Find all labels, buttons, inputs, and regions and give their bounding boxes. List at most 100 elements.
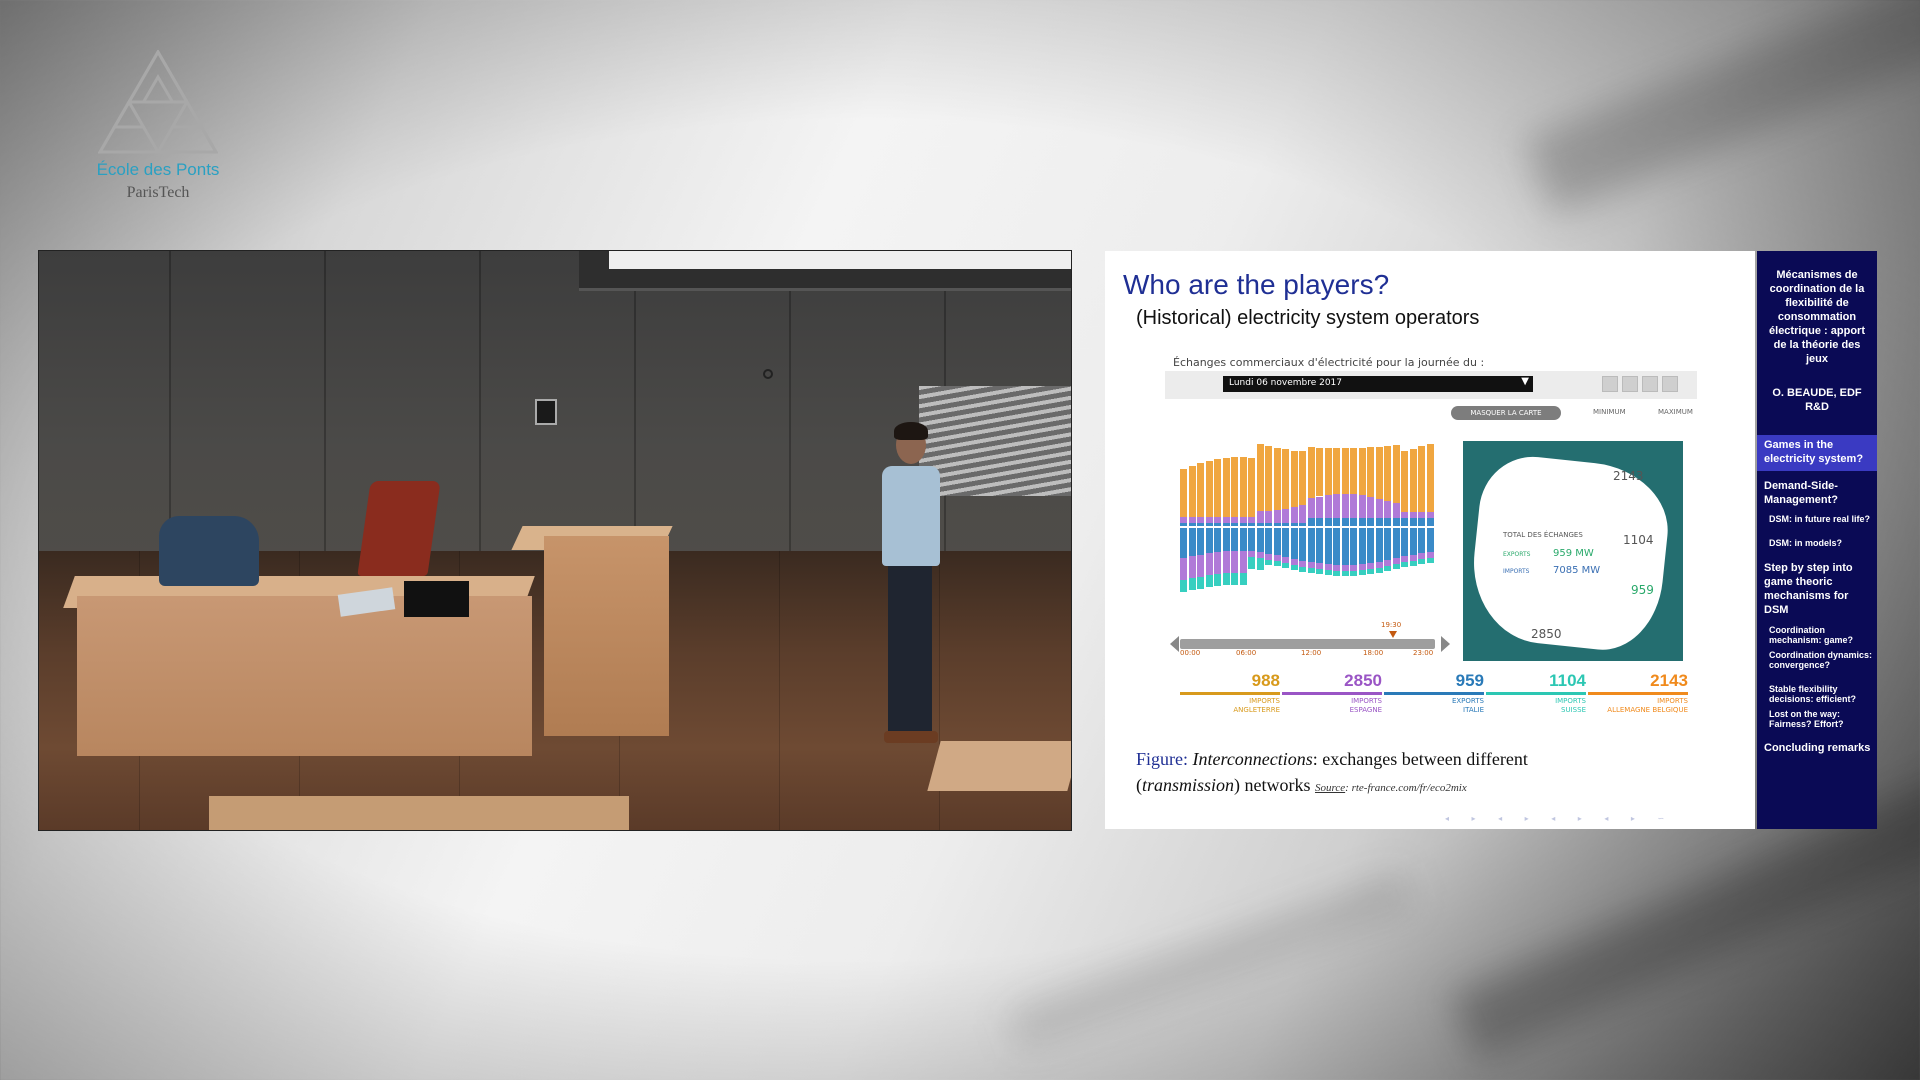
print-icon[interactable] (1662, 376, 1678, 392)
caption-source[interactable]: Source: rte-france.com/fr/eco2mix (1315, 782, 1467, 794)
timeline-tick: 00:00 (1180, 649, 1201, 657)
stat-type: IMPORTS (1657, 697, 1688, 705)
projection-screen (579, 251, 1071, 291)
chart-bar-segment (1316, 447, 1323, 497)
arrow-right-icon[interactable] (1441, 636, 1450, 652)
chart-bar-segment (1256, 443, 1264, 511)
hide-map-toggle[interactable]: MASQUER LA CARTE (1451, 406, 1561, 420)
timeline-cursor-label: 19:30 (1381, 621, 1402, 629)
stat-underline (1486, 692, 1586, 695)
chart-bar-segment (1256, 528, 1264, 553)
caption-text: : exchanges between different (1312, 749, 1528, 769)
sidebar-subsection[interactable]: DSM: in future real life? (1769, 514, 1874, 524)
sidebar-subsection[interactable]: DSM: in models? (1769, 538, 1874, 548)
rte-toolbar-icons (1602, 376, 1694, 394)
stat-country: ALLEMAGNE BELGIQUE (1607, 706, 1688, 714)
chart-bar-segment (1333, 518, 1340, 526)
beamer-navigation[interactable]: ◂ ▸ ◂ ▸ ◂ ▸ ◂ ▸ ∽ (1445, 814, 1725, 823)
stat-underline (1384, 692, 1484, 695)
chart-bar-segment (1265, 445, 1272, 511)
rte-exchange-chart (1180, 441, 1435, 616)
chart-bar-segment (1341, 528, 1349, 566)
chart-bar-segment (1333, 528, 1340, 566)
stat-underline (1282, 692, 1382, 695)
chart-bar-segment (1256, 510, 1264, 523)
sidebar-subsection[interactable]: Stable flexibility decisions: efficient? (1769, 684, 1874, 704)
timeline-cursor[interactable] (1389, 631, 1397, 638)
stat-value: 988 (1251, 671, 1280, 690)
arrow-left-icon[interactable] (1170, 636, 1179, 652)
chart-bar-segment (1375, 498, 1383, 518)
wall-clock (763, 369, 773, 379)
chart-bar-segment (1205, 460, 1213, 517)
sidebar-section-games[interactable]: Games in the electricity system? (1764, 438, 1874, 466)
rte-stats: 988 IMPORTS ANGLETERRE 2850 IMPORTS ESPA… (1180, 671, 1690, 721)
lecture-video[interactable] (38, 250, 1072, 831)
chart-bar-segment (1239, 550, 1247, 573)
chart-bar-segment (1290, 564, 1298, 570)
stat-type: EXPORTS (1451, 697, 1484, 705)
chart-bar-segment (1273, 447, 1281, 511)
stat-country: SUISSE (1561, 706, 1586, 714)
download-icon[interactable] (1642, 376, 1658, 392)
rte-option-maximum[interactable]: MAXIMUM (1658, 408, 1693, 416)
chart-bar-segment (1341, 571, 1349, 577)
sidebar-subsection[interactable]: Lost on the way: Fairness? Effort? (1769, 709, 1874, 729)
calendar-icon[interactable] (1602, 376, 1618, 392)
chart-bar-segment (1307, 447, 1315, 499)
chart-bar-segment (1282, 449, 1289, 509)
rte-date-select[interactable]: Lundi 06 novembre 2017 ▼ (1223, 376, 1533, 392)
stat-country: ANGLETERRE (1233, 706, 1280, 714)
chart-bar-segment (1375, 567, 1383, 573)
map-imports-value: 7085 MW (1553, 565, 1601, 576)
chart-bar-segment (1392, 528, 1400, 559)
caption-figure-label: Figure: (1136, 749, 1188, 769)
rte-header: Échanges commerciaux d'électricité pour … (1173, 356, 1485, 369)
rte-option-minimum[interactable]: MINIMUM (1593, 408, 1626, 416)
document-icon[interactable] (1622, 376, 1638, 392)
sidebar-section-dsm[interactable]: Demand-Side-Management? (1764, 479, 1874, 507)
chart-bar-segment (1188, 466, 1196, 517)
chart-bar-segment (1299, 566, 1306, 572)
chart-bar-segment (1367, 447, 1374, 497)
chart-bar-segment (1180, 528, 1187, 558)
presentation-slide: Who are the players? (Historical) electr… (1105, 251, 1755, 829)
chart-bar-segment (1375, 446, 1383, 499)
chart-bar-segment (1307, 568, 1315, 574)
chart-bar-segment (1358, 518, 1366, 526)
rte-timeline[interactable]: 19:30 00:00 06:00 12:00 18:00 23:00 (1170, 621, 1450, 657)
chart-bar-segment (1290, 507, 1298, 523)
map-label-uk: 988 (1531, 459, 1554, 473)
map-imports-label: IMPORTS (1503, 568, 1530, 575)
chart-bar-segment (1231, 457, 1238, 517)
chart-bar-segment (1299, 528, 1306, 561)
chart-bar-segment (1231, 550, 1238, 573)
chart-bar-segment (1333, 571, 1340, 577)
chart-bar-segment (1409, 448, 1417, 512)
chart-bar-segment (1401, 518, 1408, 526)
chart-bar-segment (1392, 518, 1400, 526)
chart-bar-segment (1273, 510, 1281, 523)
chart-bar-segment (1324, 528, 1332, 565)
chart-bar-segment (1418, 446, 1425, 512)
sidebar-subsection[interactable]: Coordination dynamics: convergence? (1769, 650, 1874, 670)
floor-plank (779, 551, 780, 830)
chart-bar-segment (1333, 447, 1340, 495)
chart-bar-segment (1222, 551, 1230, 574)
chart-bar-segment (1248, 528, 1255, 552)
chart-bar-segment (1222, 457, 1230, 517)
chart-bar-segment (1180, 580, 1187, 592)
chart-bar-segment (1316, 496, 1323, 518)
sidebar-subsection[interactable]: Coordination mechanism: game? (1769, 625, 1874, 645)
source-label: Source (1315, 782, 1346, 794)
bench (927, 741, 1071, 791)
chart-bar-segment (1231, 572, 1238, 585)
rte-zero-line (1180, 526, 1435, 528)
slide-title: Who are the players? (1123, 269, 1390, 300)
chart-bar-segment (1248, 458, 1255, 517)
sidebar-section-step-by-step[interactable]: Step by step into game theoric mechanism… (1764, 561, 1874, 617)
chart-bar-segment (1418, 518, 1425, 526)
stat-value: 2143 (1650, 671, 1688, 690)
sidebar-section-concluding[interactable]: Concluding remarks (1764, 741, 1874, 755)
chart-bar-segment (1324, 518, 1332, 526)
